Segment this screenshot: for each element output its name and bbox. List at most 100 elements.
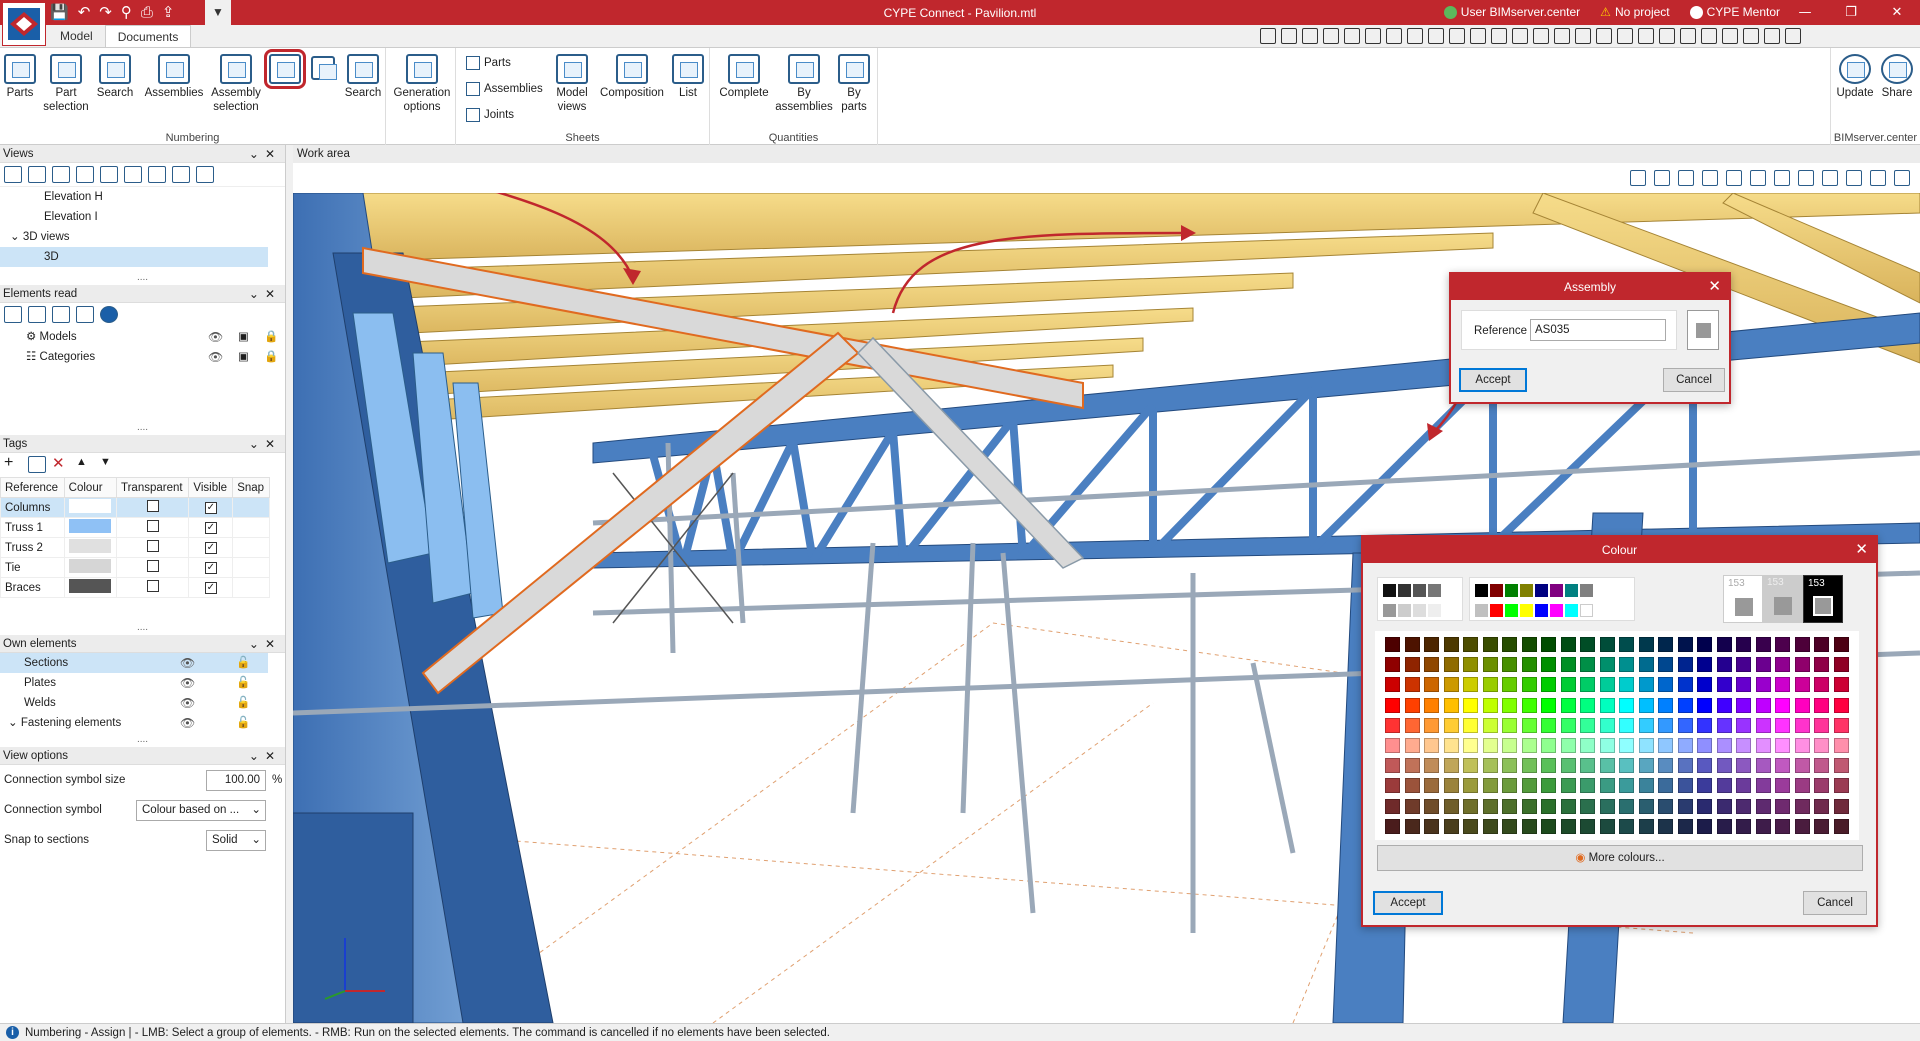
user-indicator[interactable]: User BIMserver.center [1443,5,1580,19]
colour-cell[interactable] [1404,637,1420,652]
colour-cell[interactable] [1385,778,1400,794]
colour-cell[interactable] [1502,758,1517,774]
colour-cell[interactable] [1580,717,1595,733]
panel-resize-grip[interactable]: .... [0,423,285,435]
colour-cell[interactable] [1736,717,1751,733]
tag-reference[interactable]: Truss 2 [0,537,65,558]
colour-cell[interactable] [1463,637,1478,652]
composition-button[interactable]: Composition [596,54,668,100]
visible-checkbox[interactable]: ✓ [204,562,217,574]
colour-cell[interactable] [1599,697,1615,713]
visible-checkbox[interactable]: ✓ [204,502,217,514]
tree-item-fastening[interactable]: ⌄ Fastening elements 👁 🔓 [0,713,285,733]
colour-cell[interactable] [1794,798,1810,814]
colour-cell[interactable] [1755,798,1771,814]
colour-cell[interactable] [1716,697,1732,713]
colour-cell[interactable] [1443,778,1459,794]
colour-cell[interactable] [1833,657,1849,673]
colour-cell[interactable] [1833,798,1849,814]
close-icon[interactable]: ✕ [1874,0,1920,25]
tool-icon[interactable] [4,306,22,323]
colour-cell[interactable] [1443,798,1459,814]
tag-transparent[interactable] [115,517,190,538]
cube-view-icon[interactable] [1654,170,1670,186]
colour-cell[interactable] [1404,717,1420,733]
colour-cell[interactable] [1521,677,1537,693]
colour-cell[interactable] [1697,677,1712,693]
colour-cell[interactable] [1463,758,1478,774]
parts-button[interactable]: Parts [4,54,36,100]
tag-transparent[interactable] [115,577,190,598]
colour-cell[interactable] [1385,697,1400,713]
colour-cell[interactable] [1736,697,1751,713]
assign-numbering-button[interactable] [264,49,306,89]
colour-cell[interactable] [1599,717,1615,733]
colour-cell[interactable] [1697,758,1712,774]
colour-cell[interactable] [1814,778,1829,794]
colour-cell[interactable] [1736,818,1751,834]
colour-cell[interactable] [1716,778,1732,794]
view-tool-icon[interactable] [1575,28,1591,44]
colour-cell[interactable] [1619,758,1634,774]
tree-item-elevation-i[interactable]: Elevation I [0,207,285,227]
by-parts-button[interactable]: By parts [834,54,874,114]
palette-swatch[interactable] [1535,604,1548,617]
colour-cell[interactable] [1736,657,1751,673]
colour-cell[interactable] [1794,697,1810,713]
colour-cell[interactable] [1775,778,1790,794]
colour-cell[interactable] [1560,657,1576,673]
view-tool-icon[interactable] [1281,28,1297,44]
colour-cell[interactable] [1443,737,1459,753]
colour-cell[interactable] [1755,697,1771,713]
colour-cell[interactable] [1814,758,1829,774]
colour-cell[interactable] [1385,798,1400,814]
share-button[interactable]: Share [1877,54,1917,100]
colour-cell[interactable] [1677,758,1693,774]
view-icon[interactable] [1726,170,1742,186]
colour-cell[interactable] [1638,717,1654,733]
complete-button[interactable]: Complete [714,54,774,100]
lock-icon[interactable]: 🔒 [264,327,278,347]
colour-cell[interactable] [1521,798,1537,814]
palette-swatch[interactable] [1490,584,1503,597]
view-icon[interactable] [1774,170,1790,186]
colour-cell[interactable] [1677,717,1693,733]
palette-swatch[interactable] [1475,584,1488,597]
colour-cell[interactable] [1482,657,1498,673]
add-view-icon[interactable] [4,166,22,183]
view-tool-icon[interactable] [1470,28,1486,44]
colour-cell[interactable] [1619,697,1634,713]
colour-cell[interactable] [1658,737,1673,753]
view-icon[interactable] [1750,170,1766,186]
colour-cell[interactable] [1716,798,1732,814]
move-down-icon[interactable]: ▼ [100,456,118,473]
tag-colour[interactable] [63,537,118,558]
visibility-icon[interactable]: 👁 [208,327,223,347]
colour-cell[interactable] [1716,758,1732,774]
close-icon[interactable]: ✕ [1855,537,1868,563]
tag-colour[interactable] [63,517,118,538]
colour-cell[interactable] [1619,677,1634,693]
colour-cell[interactable] [1580,818,1595,834]
colour-cell[interactable] [1814,798,1829,814]
palette-swatch[interactable] [1580,604,1593,617]
colour-cell[interactable] [1794,758,1810,774]
view-tool-icon[interactable] [1344,28,1360,44]
palette-swatch[interactable] [1565,584,1578,597]
grid-icon[interactable] [1533,28,1549,44]
colour-cell[interactable] [1463,657,1478,673]
visible-checkbox[interactable]: ✓ [204,522,217,534]
colour-cell[interactable] [1560,798,1576,814]
colour-cell[interactable] [1385,818,1400,834]
colour-cell[interactable] [1814,677,1829,693]
ruler-icon[interactable] [1596,28,1612,44]
visible-checkbox[interactable]: ✓ [204,582,217,594]
model-views-button[interactable]: Model views [550,54,594,114]
colour-cell[interactable] [1482,758,1498,774]
view-icon[interactable] [148,166,166,183]
colour-cell[interactable] [1580,657,1595,673]
colour-cell[interactable] [1716,657,1732,673]
move-icon[interactable] [1407,28,1423,44]
colour-cell[interactable] [1794,778,1810,794]
view-icon[interactable] [1870,170,1886,186]
